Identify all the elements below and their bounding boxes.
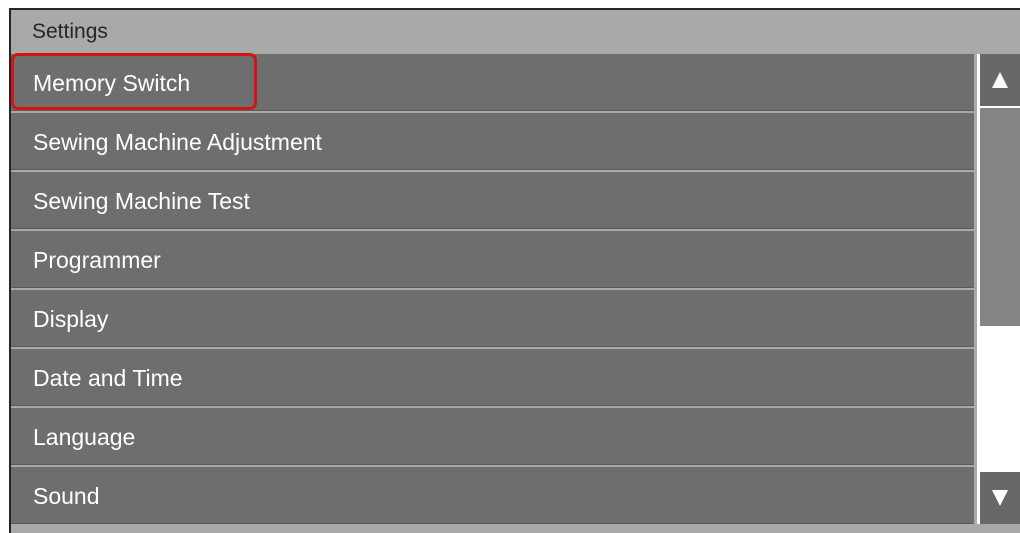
menu-item-label: Display bbox=[33, 306, 109, 332]
triangle-up-icon bbox=[992, 72, 1008, 88]
page-title: Settings bbox=[32, 20, 108, 43]
menu-item-display[interactable]: Display bbox=[11, 290, 974, 347]
menu-item-sewing-machine-test[interactable]: Sewing Machine Test bbox=[11, 172, 974, 229]
scroll-down-button[interactable] bbox=[980, 472, 1020, 524]
menu-item-sewing-machine-adjustment[interactable]: Sewing Machine Adjustment bbox=[11, 113, 974, 170]
scroll-thumb[interactable] bbox=[980, 108, 1020, 326]
menu-item-label: Sewing Machine Test bbox=[33, 188, 250, 214]
triangle-down-icon bbox=[992, 490, 1008, 506]
menu-item-language[interactable]: Language bbox=[11, 408, 974, 465]
menu-item-label: Language bbox=[33, 424, 136, 450]
menu-item-label: Sewing Machine Adjustment bbox=[33, 129, 322, 155]
menu-item-label: Sound bbox=[33, 483, 100, 509]
settings-screen: Settings Memory Switch Sewing Machine Ad… bbox=[9, 8, 1020, 533]
vertical-scrollbar[interactable] bbox=[977, 54, 1020, 524]
menu-item-label: Date and Time bbox=[33, 365, 183, 391]
scroll-up-button[interactable] bbox=[980, 54, 1020, 106]
menu-item-date-and-time[interactable]: Date and Time bbox=[11, 349, 974, 406]
menu-item-memory-switch[interactable]: Memory Switch bbox=[11, 53, 974, 111]
settings-menu-list: Memory Switch Sewing Machine Adjustment … bbox=[11, 53, 974, 526]
header-bar: Settings bbox=[11, 10, 1020, 54]
scroll-track[interactable] bbox=[980, 108, 1020, 470]
menu-item-label: Memory Switch bbox=[33, 70, 191, 96]
menu-item-sound[interactable]: Sound bbox=[11, 467, 974, 524]
menu-item-label: Programmer bbox=[33, 247, 161, 273]
menu-item-programmer[interactable]: Programmer bbox=[11, 231, 974, 288]
